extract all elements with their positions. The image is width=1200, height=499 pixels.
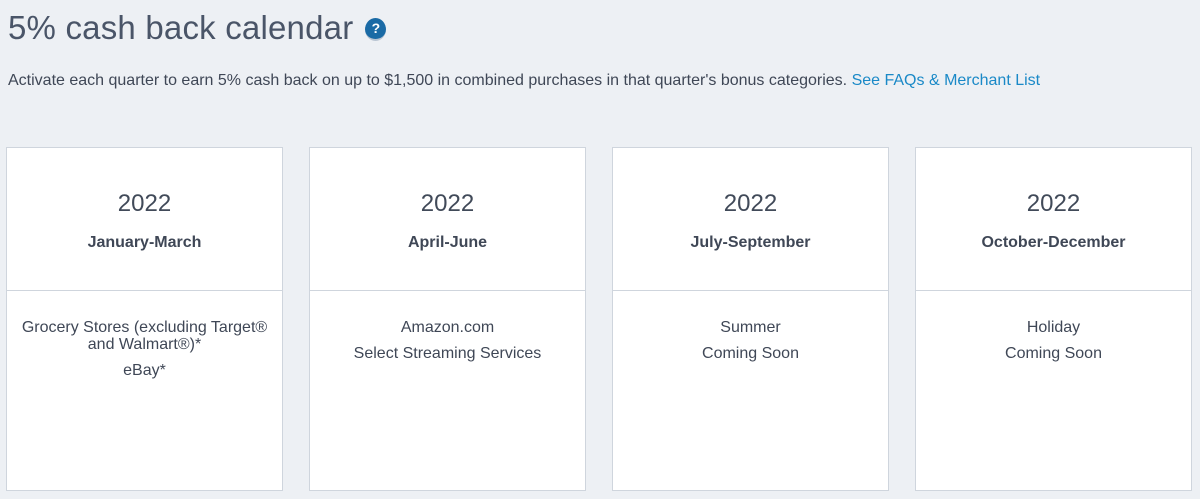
quarter-card-q2: 2022 April-June Amazon.com Select Stream…	[309, 147, 586, 491]
quarter-categories: Summer Coming Soon	[613, 291, 888, 362]
quarter-categories: Amazon.com Select Streaming Services	[310, 291, 585, 362]
page-title: 5% cash back calendar	[8, 9, 354, 46]
quarter-period: October-December	[981, 234, 1126, 251]
quarter-card-header: 2022 July-September	[613, 148, 888, 291]
quarter-card-header: 2022 October-December	[916, 148, 1191, 291]
quarter-period: July-September	[690, 234, 811, 251]
category-item: Summer	[720, 319, 781, 336]
category-item: Amazon.com	[400, 319, 495, 336]
quarter-year: 2022	[1026, 190, 1081, 217]
intro-text: Activate each quarter to earn 5% cash ba…	[8, 71, 1040, 91]
title-row: 5% cash back calendar ?	[8, 8, 387, 48]
category-item: eBay*	[123, 362, 166, 379]
category-item: Grocery Stores (excluding Target® and Wa…	[21, 319, 268, 353]
question-circle-icon[interactable]: ?	[365, 17, 387, 41]
category-item: Holiday	[1026, 319, 1081, 336]
quarter-card-q3: 2022 July-September Summer Coming Soon	[612, 147, 889, 491]
quarter-year: 2022	[723, 190, 778, 217]
quarter-year: 2022	[420, 190, 475, 217]
quarter-cards: 2022 January-March Grocery Stores (exclu…	[6, 147, 1194, 499]
quarter-categories: Holiday Coming Soon	[916, 291, 1191, 362]
quarter-year: 2022	[117, 190, 172, 217]
quarter-card-header: 2022 January-March	[7, 148, 282, 291]
category-item: Coming Soon	[1005, 345, 1102, 362]
quarter-card-q4: 2022 October-December Holiday Coming Soo…	[915, 147, 1192, 491]
category-item: Coming Soon	[702, 345, 799, 362]
intro-description: Activate each quarter to earn 5% cash ba…	[8, 72, 852, 89]
faqs-merchant-list-link[interactable]: See FAQs & Merchant List	[852, 72, 1041, 89]
quarter-period: April-June	[407, 234, 488, 251]
quarter-card-q1: 2022 January-March Grocery Stores (exclu…	[6, 147, 283, 491]
quarter-card-header: 2022 April-June	[310, 148, 585, 291]
quarter-categories: Grocery Stores (excluding Target® and Wa…	[7, 291, 282, 379]
category-item: Select Streaming Services	[353, 345, 542, 362]
quarter-period: January-March	[87, 234, 202, 251]
